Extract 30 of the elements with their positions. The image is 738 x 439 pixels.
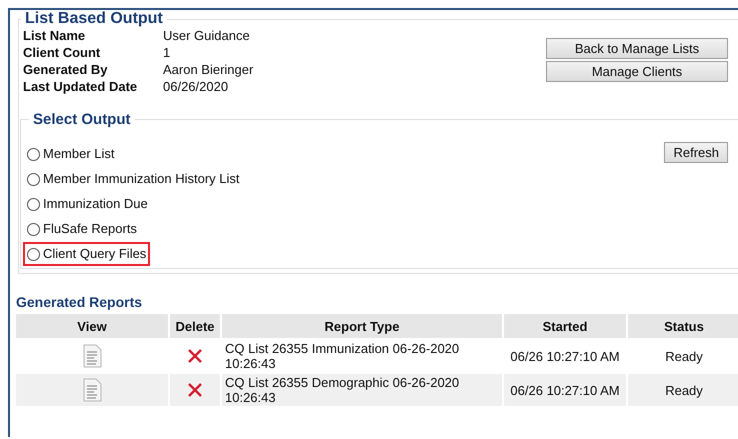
field-value: 06/26/2020 xyxy=(163,79,230,95)
section-title: Generated Reports xyxy=(16,294,142,310)
field-value: Aaron Bieringer xyxy=(163,62,254,78)
table-cell-text: CQ List 26355 Immunization 06-26-2020 10:26:43 xyxy=(224,340,460,372)
table-cell: CQ List 26355 Demographic 06-26-2020 10:26:43 xyxy=(222,374,502,406)
column-header: Started xyxy=(504,314,626,338)
radio-option[interactable]: Member List xyxy=(23,142,119,166)
table-cell-text: 06/26 10:27:10 AM xyxy=(509,348,621,366)
nav-button[interactable]: Back to Manage Lists xyxy=(546,38,728,59)
radio-option[interactable]: Immunization Due xyxy=(23,192,152,216)
section-title: Select Output xyxy=(32,111,132,128)
column-header: Status xyxy=(628,314,738,338)
field-value: User Guidance xyxy=(163,28,251,44)
field-label: Last Updated Date xyxy=(23,79,138,95)
radio-option[interactable]: Client Query Files xyxy=(23,242,150,266)
field-label: Generated By xyxy=(23,62,109,78)
field-value: 1 xyxy=(163,45,172,61)
field-label: List Name xyxy=(23,28,86,44)
column-header: Report Type xyxy=(222,314,502,338)
column-header: View xyxy=(16,314,168,338)
refresh-button[interactable]: Refresh xyxy=(664,142,728,163)
radio-option[interactable]: FluSafe Reports xyxy=(23,217,141,241)
table-cell: Ready xyxy=(628,374,738,406)
table-cell: 06/26 10:27:10 AM xyxy=(504,374,626,406)
column-header: Delete xyxy=(170,314,220,338)
radio-option[interactable]: Member Immunization History List xyxy=(23,167,244,191)
table-cell-text: Ready xyxy=(664,348,704,366)
nav-button[interactable]: Manage Clients xyxy=(546,61,728,82)
field-label: Client Count xyxy=(23,45,102,61)
section-title: List Based Output xyxy=(24,10,164,28)
